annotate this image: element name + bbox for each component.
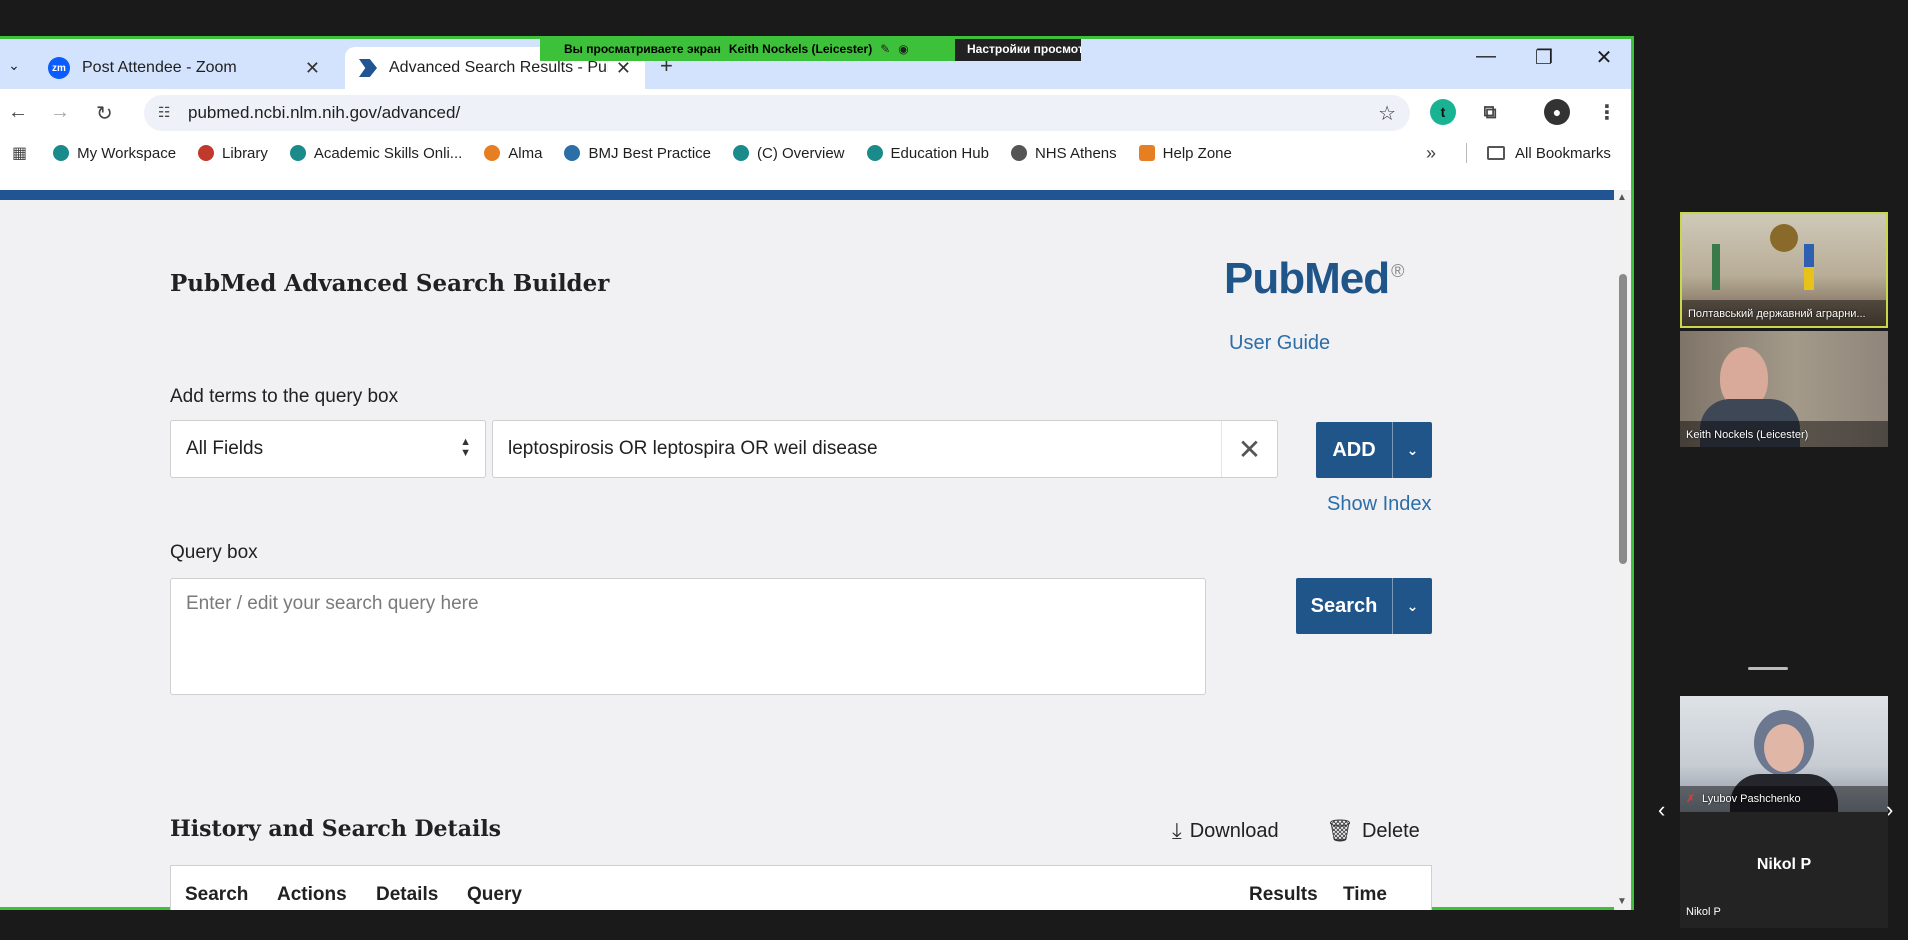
add-button-label: ADD bbox=[1332, 438, 1376, 461]
delete-button[interactable]: 🗑 Delete bbox=[1326, 818, 1420, 844]
history-title: History and Search Details bbox=[170, 816, 502, 842]
col-details: Details bbox=[376, 884, 439, 905]
screen-share-banner: Вы просматриваете экран Keith Nockels (L… bbox=[540, 39, 1081, 61]
bottom-strip bbox=[0, 910, 1634, 940]
panel-resize-handle[interactable] bbox=[1748, 667, 1788, 670]
logo-text: PubMed bbox=[1224, 254, 1390, 303]
scrollbar[interactable]: ▲ ▼ bbox=[1614, 190, 1631, 910]
video-tile[interactable]: Полтавський державний аграрни... bbox=[1680, 212, 1888, 328]
search-button[interactable]: Search ⌄ bbox=[1296, 578, 1432, 634]
field-select[interactable]: All Fields ▲ ▼ bbox=[170, 420, 486, 478]
view-options-button[interactable]: Настройки просмотра bbox=[955, 39, 1081, 61]
download-icon: ⤓ bbox=[1172, 818, 1182, 843]
pubmed-logo[interactable]: PubMed ® bbox=[1224, 254, 1404, 304]
video-tile[interactable]: Lyubov Pashchenko ✗ bbox=[1680, 696, 1888, 812]
add-button[interactable]: ADD ⌄ bbox=[1316, 422, 1432, 478]
scroll-down-icon[interactable]: ▼ bbox=[1617, 896, 1627, 907]
term-input-value: leptospirosis OR leptospira OR weil dise… bbox=[508, 438, 878, 459]
header-stripe bbox=[0, 190, 1614, 200]
col-time: Time bbox=[1343, 884, 1388, 905]
trash-icon: 🗑 bbox=[1326, 818, 1354, 843]
clear-icon[interactable]: ✕ bbox=[1221, 421, 1277, 477]
participant-name: Lyubov Pashchenko bbox=[1702, 793, 1801, 805]
query-box[interactable]: Enter / edit your search query here bbox=[170, 578, 1206, 695]
page-title: PubMed Advanced Search Builder bbox=[170, 270, 610, 297]
prev-page-icon[interactable]: ‹ bbox=[1658, 797, 1665, 823]
query-box-label: Query box bbox=[170, 542, 258, 563]
user-guide-link[interactable]: User Guide bbox=[1229, 332, 1330, 355]
delete-label: Delete bbox=[1361, 819, 1420, 842]
add-terms-label: Add terms to the query box bbox=[170, 386, 399, 407]
zoom-participant-panel: Полтавський державний аграрни... Keith N… bbox=[1634, 0, 1908, 940]
history-table-header: Search Actions Details Query Results Tim… bbox=[170, 865, 1432, 915]
share-status: Вы просматриваете экран Keith Nockels (L… bbox=[540, 39, 955, 61]
face bbox=[1764, 724, 1804, 772]
col-query: Query bbox=[467, 884, 522, 905]
share-viewing-text: Вы просматриваете экран bbox=[564, 42, 721, 56]
term-input[interactable]: leptospirosis OR leptospira OR weil dise… bbox=[492, 420, 1278, 478]
col-actions: Actions bbox=[277, 884, 347, 905]
participant-name: Полтавський державний аграрни... bbox=[1688, 308, 1866, 320]
share-presenter: Keith Nockels (Leicester) bbox=[728, 42, 873, 56]
scroll-thumb[interactable] bbox=[1619, 274, 1627, 564]
flag-icon bbox=[1712, 244, 1720, 290]
record-icon: ◉ bbox=[898, 42, 909, 56]
col-search: Search bbox=[185, 884, 249, 905]
download-button[interactable]: ⤓ Download bbox=[1172, 818, 1279, 844]
field-select-value: All Fields bbox=[186, 438, 264, 459]
download-label: Download bbox=[1189, 819, 1279, 842]
flag-icon bbox=[1804, 244, 1814, 290]
emblem-icon bbox=[1770, 224, 1798, 252]
participant-name-large: Nikol P bbox=[1756, 856, 1812, 873]
chevron-down-icon[interactable]: ⌄ bbox=[1392, 422, 1432, 478]
video-tile[interactable]: Keith Nockels (Leicester) bbox=[1680, 331, 1888, 447]
mic-muted-icon: ✎ bbox=[880, 42, 891, 56]
chevron-down-icon[interactable]: ⌄ bbox=[1392, 578, 1432, 634]
scroll-up-icon[interactable]: ▲ bbox=[1617, 192, 1627, 203]
mic-muted-icon: ✗ bbox=[1686, 793, 1696, 805]
registered-icon: ® bbox=[1391, 261, 1404, 282]
video-tile[interactable]: Nikol P Nikol P bbox=[1680, 812, 1888, 928]
participant-name: Keith Nockels (Leicester) bbox=[1686, 429, 1809, 441]
participant-name: Nikol P bbox=[1686, 906, 1721, 918]
show-index-link[interactable]: Show Index bbox=[1327, 493, 1432, 516]
desktop: ⌄ zm Post Attendee - Zoom ✕ Advanced Sea… bbox=[0, 0, 1908, 940]
search-button-label: Search bbox=[1310, 594, 1378, 617]
select-arrows-icon: ▲ ▼ bbox=[460, 436, 471, 459]
col-results: Results bbox=[1249, 884, 1318, 905]
